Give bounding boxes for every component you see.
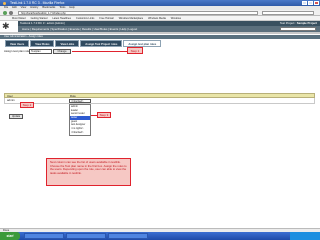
bookmark-windows-media[interactable]: Windows Media <box>148 16 166 20</box>
bookmark-getting-started[interactable]: Getting Started <box>31 16 48 20</box>
system-tray <box>290 232 320 240</box>
bookmark-windows-marketplace[interactable]: Windows Marketplace <box>119 16 143 20</box>
app-nav-links[interactable]: Home | Requirements | Specification | Ex… <box>22 27 137 31</box>
row-user-name: admin <box>7 98 15 102</box>
role-option-inherited[interactable]: <inherited> <box>70 131 90 135</box>
tab-bar: View Users View Roles View Links Assign … <box>5 40 162 47</box>
maximize-button[interactable] <box>308 1 313 5</box>
testplan-select[interactable]: Testplan <box>29 49 52 54</box>
assign-label: Assign test plan roles to users : Test P… <box>4 49 30 53</box>
step3-callout: Step 3 <box>97 112 111 118</box>
tab-assign-testplan-roles[interactable]: Assign test plan roles <box>123 40 162 47</box>
user-role-select[interactable]: <inherited> <box>69 99 91 103</box>
step1-arrow <box>72 51 127 52</box>
close-button[interactable] <box>314 1 319 5</box>
instruction-note: Next column can see the list of users av… <box>46 158 131 186</box>
address-bar[interactable]: http://localhost/testlink_1.7.0/index.ph… <box>18 11 258 15</box>
firefox-icon <box>3 1 6 5</box>
taskbar-item[interactable] <box>24 233 64 239</box>
header-project-label: Test Project : <box>279 21 296 25</box>
browser-search-input[interactable] <box>262 11 314 15</box>
header-project-name: Sample Project <box>296 21 317 25</box>
tab-assign-project-roles[interactable]: Assign Test Project roles <box>80 40 123 47</box>
step1-callout: Step 1 <box>127 47 143 54</box>
bookmark-most-visited[interactable]: Most Visited <box>12 16 26 20</box>
window-title: TestLink 1.7.0 RC 3 - Mozilla Firefox <box>10 1 65 5</box>
role-dropdown-list: admin leader senior tester tester guest … <box>69 104 91 136</box>
change-button[interactable]: Change <box>53 49 71 54</box>
app-header-title: TestLink 1.7.0 RC 3 : admin [Admin] <box>20 21 65 25</box>
tab-view-users[interactable]: View Users <box>5 40 30 47</box>
update-button[interactable]: Update <box>9 114 23 119</box>
project-select[interactable] <box>280 27 316 31</box>
start-button[interactable]: start <box>0 232 20 240</box>
testlink-logo: ✱ <box>1 21 17 32</box>
minimize-button[interactable] <box>302 1 307 5</box>
bookmark-latest-headlines[interactable]: Latest Headlines <box>52 16 71 20</box>
taskbar-item[interactable] <box>66 233 106 239</box>
header-divider <box>0 32 320 34</box>
taskbar-item[interactable] <box>108 233 148 239</box>
tab-view-roles[interactable]: View Roles <box>30 40 55 47</box>
page-title: User Administration - Assign roles <box>0 35 320 39</box>
bookmark-customize-links[interactable]: Customize Links <box>76 16 94 20</box>
bookmark-free-hotmail[interactable]: Free Hotmail <box>99 16 113 20</box>
tab-view-links[interactable]: View Links <box>55 40 80 47</box>
step2-callout: Step 2 <box>20 102 34 108</box>
back-icon[interactable] <box>3 11 7 15</box>
bookmark-windows[interactable]: Windows <box>171 16 181 20</box>
table-row: admin <box>4 98 315 104</box>
star-icon: ✱ <box>2 21 10 31</box>
forward-icon[interactable] <box>9 11 13 15</box>
